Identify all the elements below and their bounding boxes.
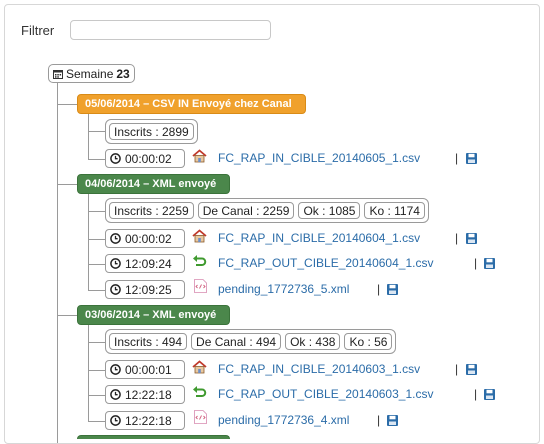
day-status-label-partial[interactable] [77,435,230,439]
day-status-label[interactable]: 05/06/2014 – CSV IN Envoyé chez Canal [77,94,306,114]
save-icon[interactable] [484,258,495,269]
tree-branch-day-1 [57,104,77,105]
save-icon[interactable] [387,415,398,426]
return-arrow-icon [193,386,207,397]
file-link[interactable]: FC_RAP_IN_CIBLE_20140605_1.csv [218,151,420,165]
xml-file-icon [194,279,207,293]
house-icon [192,149,207,163]
stats-group: Inscrits : 494 De Canal : 494 Ok : 438 K… [105,329,397,354]
clock-icon [110,415,121,426]
separator: | [455,231,459,245]
file-link[interactable]: FC_RAP_OUT_CIBLE_20140604_1.csv [218,256,433,270]
separator: | [377,282,381,296]
stat-badge: Ok : 438 [285,333,341,350]
stat-badge: De Canal : 494 [191,333,282,350]
time-badge: 00:00:02 [105,229,185,248]
separator: | [474,387,478,401]
stat-badge: Inscrits : 494 [109,333,188,350]
separator: | [455,151,459,165]
file-link[interactable]: FC_RAP_IN_CIBLE_20140604_1.csv [218,231,420,245]
time-badge: 12:22:18 [105,385,185,404]
stat-badge: Ko : 1174 [364,202,425,219]
time-badge: 12:09:24 [105,254,185,273]
tree-line-day-2 [88,194,89,290]
separator: | [455,362,459,376]
tree-branch [88,290,106,291]
tree-branch [88,159,106,160]
tree-branch-day-3 [57,315,77,316]
stat-badge: Ko : 56 [344,333,393,350]
time-badge: 12:22:18 [105,411,185,430]
house-icon [192,360,207,374]
clock-icon [110,258,121,269]
clock-icon [110,364,121,375]
clock-icon [110,389,121,400]
save-icon[interactable] [466,153,477,164]
return-arrow-icon [193,255,207,266]
stat-badge: Inscrits : 2259 [109,202,194,219]
stats-group: Inscrits : 2259 De Canal : 2259 Ok : 108… [105,198,429,223]
filter-input[interactable] [70,20,271,40]
tree-line-day-1 [88,114,89,159]
save-icon[interactable] [484,389,495,400]
day-status-label[interactable]: 04/06/2014 – XML envoyé [77,174,230,194]
stat-badge: De Canal : 2259 [197,202,295,219]
house-icon [192,229,207,243]
tree-branch [88,395,106,396]
stat-badge: Inscrits : 2899 [109,123,194,140]
tree-branch [88,370,106,371]
time-badge: 00:00:02 [105,149,185,168]
tree-line-day-3 [88,325,89,421]
week-label: Semaine [66,66,114,81]
file-link[interactable]: FC_RAP_IN_CIBLE_20140603_1.csv [218,362,420,376]
stats-group: Inscrits : 2899 [105,119,198,144]
save-icon[interactable] [466,364,477,375]
separator: | [474,256,478,270]
save-icon[interactable] [466,233,477,244]
tree-branch [88,264,106,265]
week-number: 23 [116,66,130,81]
tree-branch [88,239,106,240]
calendar-icon [53,69,63,79]
stat-badge: Ok : 1085 [298,202,361,219]
file-link[interactable]: pending_1772736_4.xml [218,413,349,427]
save-icon[interactable] [387,284,398,295]
filter-label: Filtrer [21,23,55,38]
tree-branch [88,342,106,343]
tree-branch [88,131,106,132]
tree-branch [88,421,106,422]
xml-file-icon [194,410,207,424]
clock-icon [110,153,121,164]
time-badge: 12:09:25 [105,280,185,299]
day-status-label[interactable]: 03/06/2014 – XML envoyé [77,305,230,325]
clock-icon [110,233,121,244]
week-node[interactable]: Semaine 23 [48,64,135,83]
file-link[interactable]: FC_RAP_OUT_CIBLE_20140603_1.csv [218,387,433,401]
tree-line-week [57,83,58,443]
file-link[interactable]: pending_1772736_5.xml [218,282,349,296]
separator: | [377,413,381,427]
time-badge: 00:00:01 [105,360,185,379]
tree-branch-day-2 [57,184,77,185]
clock-icon [110,284,121,295]
tree-branch [88,211,106,212]
